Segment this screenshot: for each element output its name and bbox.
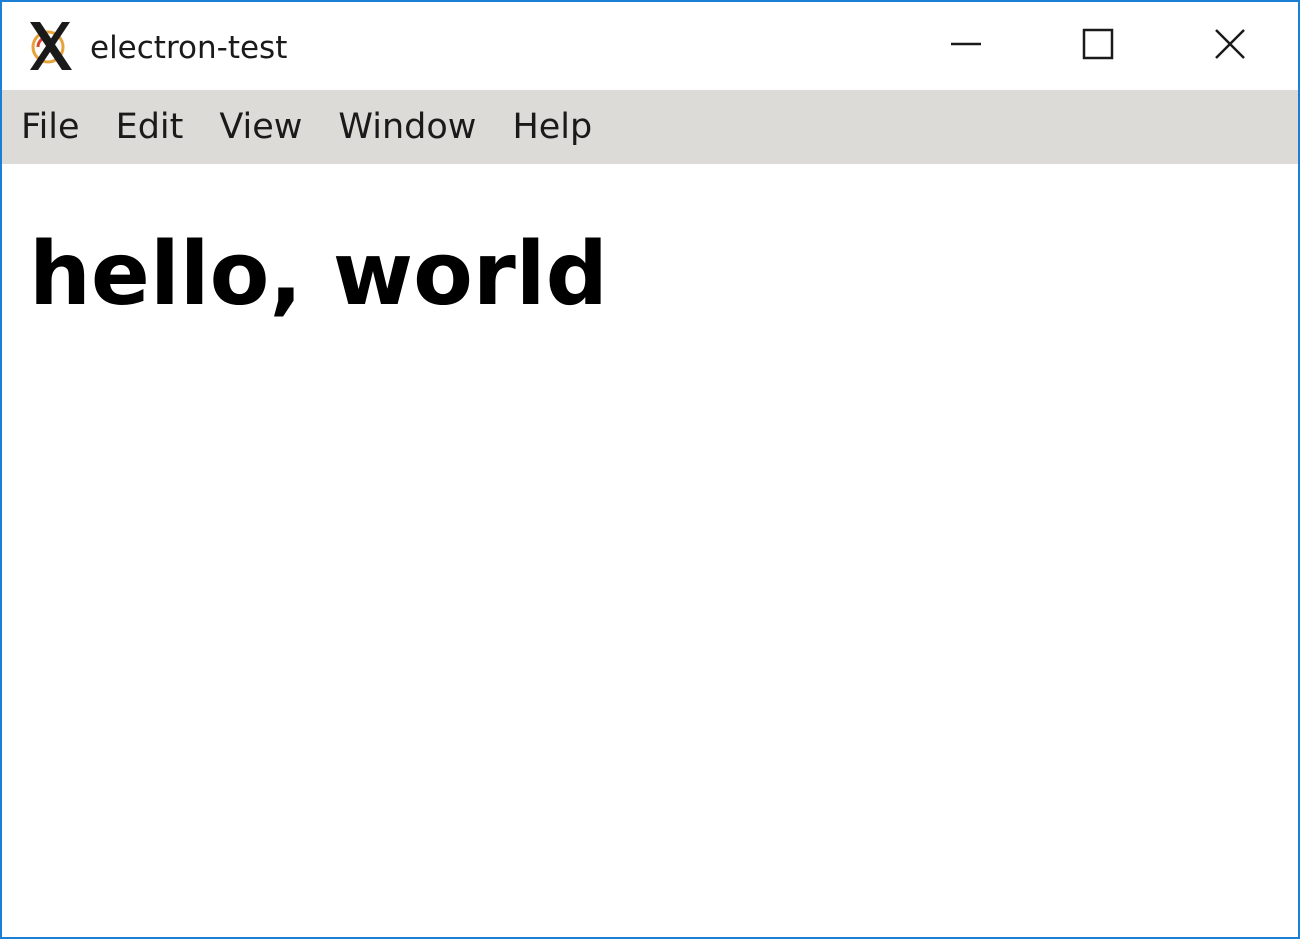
close-button[interactable]: [1164, 2, 1296, 90]
menu-bar: File Edit View Window Help: [2, 90, 1298, 164]
menu-help[interactable]: Help: [494, 90, 610, 164]
page-heading: hello, world: [29, 223, 608, 325]
app-window: electron-test File Edit View Window Help…: [0, 0, 1300, 939]
maximize-icon: [1082, 28, 1114, 64]
menu-edit[interactable]: Edit: [98, 90, 202, 164]
page-content: hello, world: [2, 164, 1298, 937]
minimize-button[interactable]: [900, 2, 1032, 90]
menu-file[interactable]: File: [2, 90, 98, 164]
close-icon: [1214, 28, 1246, 64]
x11-logo-icon: [24, 20, 78, 72]
title-bar[interactable]: electron-test: [2, 2, 1298, 90]
minimize-icon: [950, 28, 982, 64]
menu-window[interactable]: Window: [320, 90, 494, 164]
maximize-button[interactable]: [1032, 2, 1164, 90]
window-title: electron-test: [90, 30, 288, 66]
menu-view[interactable]: View: [201, 90, 320, 164]
